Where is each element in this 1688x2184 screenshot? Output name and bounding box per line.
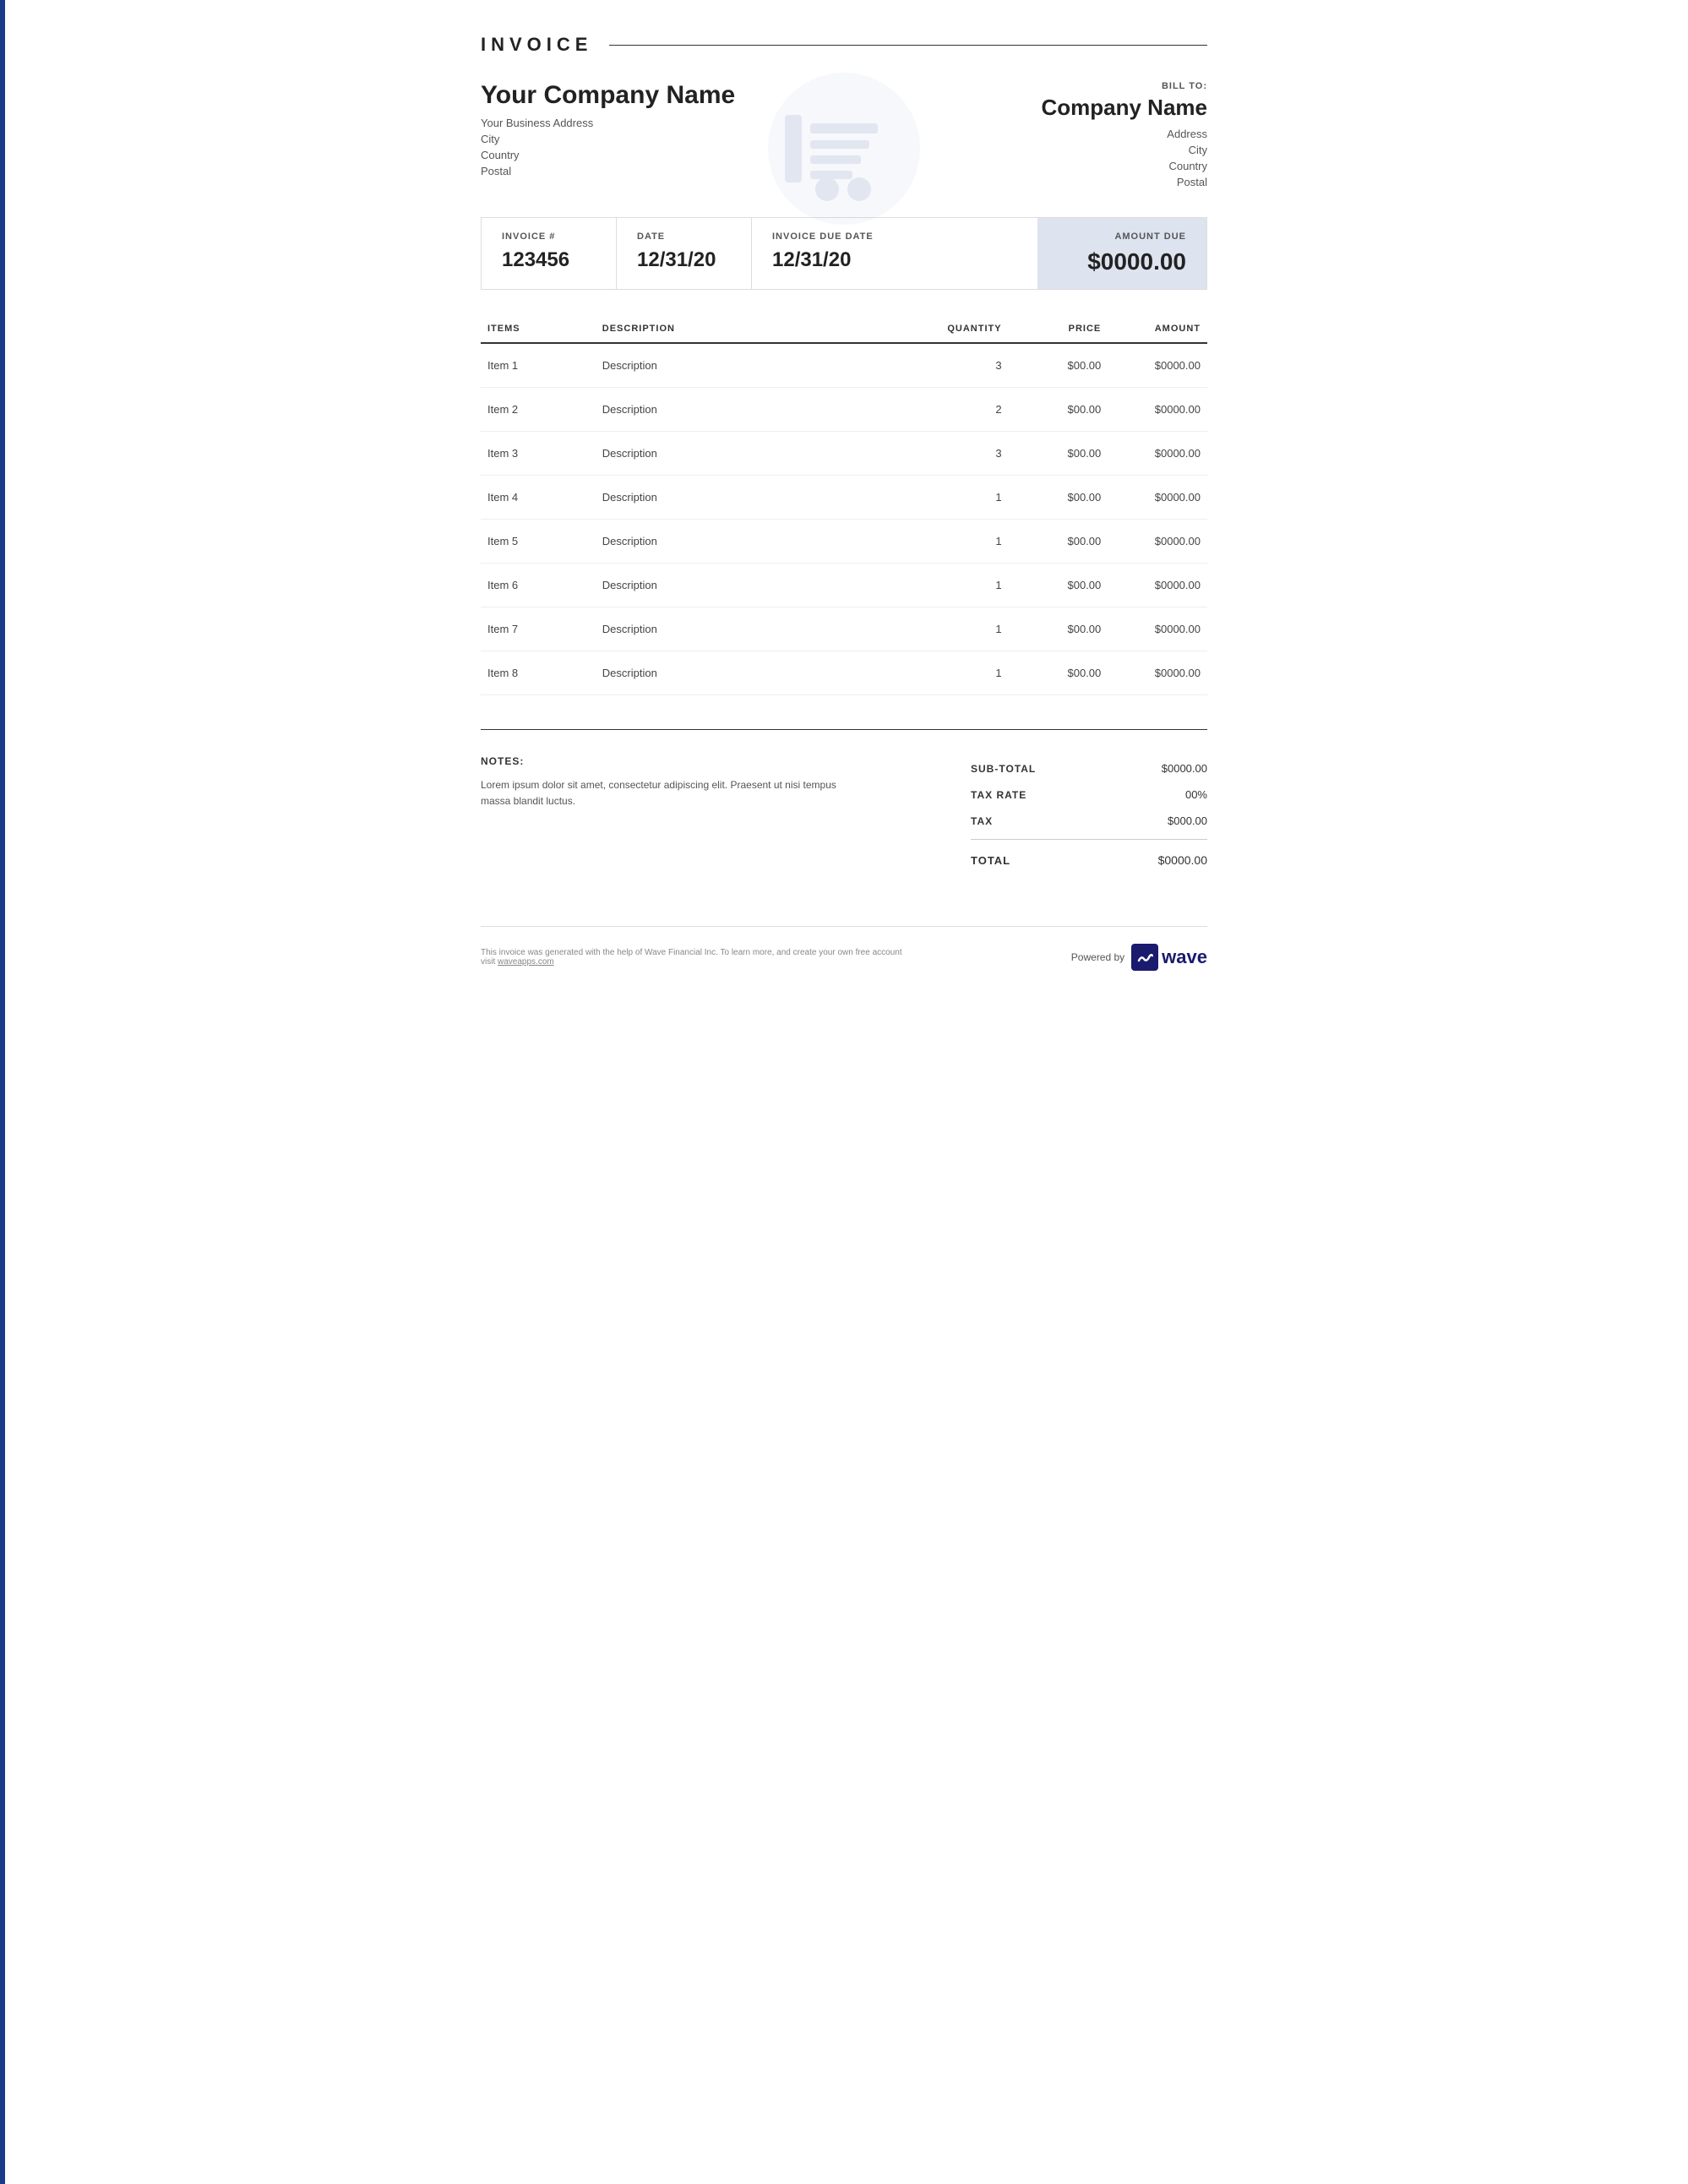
- invoice-title: INVOICE: [481, 34, 592, 56]
- invoice-number-cell: INVOICE # 123456: [482, 218, 617, 289]
- amount-due-value: $0000.00: [1058, 248, 1186, 275]
- item-description: Description: [596, 432, 917, 476]
- item-amount: $0000.00: [1108, 343, 1207, 388]
- item-description: Description: [596, 564, 917, 607]
- invoice-date-cell: DATE 12/31/20: [617, 218, 752, 289]
- subtotal-label: SUB-TOTAL: [971, 763, 1036, 775]
- items-table: ITEMS DESCRIPTION QUANTITY PRICE AMOUNT …: [481, 315, 1207, 695]
- item-amount: $0000.00: [1108, 388, 1207, 432]
- invoice-due-date-value: 12/31/20: [772, 248, 874, 272]
- footer-powered-by: Powered by wave: [1071, 944, 1207, 971]
- item-name: Item 7: [481, 607, 596, 651]
- notes-label: NOTES:: [481, 755, 844, 767]
- item-description: Description: [596, 651, 917, 695]
- total-row: TOTAL $0000.00: [971, 845, 1207, 875]
- table-row: Item 8 Description 1 $00.00 $0000.00: [481, 651, 1207, 695]
- table-row: Item 7 Description 1 $00.00 $0000.00: [481, 607, 1207, 651]
- invoice-header: INVOICE: [481, 34, 1207, 56]
- item-amount: $0000.00: [1108, 476, 1207, 520]
- item-quantity: 1: [917, 520, 1009, 564]
- item-name: Item 4: [481, 476, 596, 520]
- footer: This invoice was generated with the help…: [481, 926, 1207, 971]
- item-amount: $0000.00: [1108, 607, 1207, 651]
- item-name: Item 6: [481, 564, 596, 607]
- table-row: Item 6 Description 1 $00.00 $0000.00: [481, 564, 1207, 607]
- item-description: Description: [596, 343, 917, 388]
- tax-label: TAX: [971, 815, 993, 827]
- col-header-items: ITEMS: [481, 315, 596, 343]
- item-price: $00.00: [1009, 651, 1108, 695]
- wave-logo: wave: [1131, 944, 1207, 971]
- item-quantity: 1: [917, 564, 1009, 607]
- item-amount: $0000.00: [1108, 564, 1207, 607]
- notes-text: Lorem ipsum dolor sit amet, consectetur …: [481, 777, 844, 809]
- amount-due-cell: AMOUNT DUE $0000.00: [1037, 218, 1206, 289]
- item-quantity: 1: [917, 607, 1009, 651]
- col-header-price: PRICE: [1009, 315, 1108, 343]
- table-header-row: ITEMS DESCRIPTION QUANTITY PRICE AMOUNT: [481, 315, 1207, 343]
- table-row: Item 5 Description 1 $00.00 $0000.00: [481, 520, 1207, 564]
- table-row: Item 4 Description 1 $00.00 $0000.00: [481, 476, 1207, 520]
- footer-link[interactable]: waveapps.com: [498, 957, 554, 967]
- bottom-section: NOTES: Lorem ipsum dolor sit amet, conse…: [481, 729, 1207, 875]
- wave-icon: [1131, 944, 1158, 971]
- left-accent-bar: [0, 0, 5, 2184]
- tax-row: TAX $000.00: [971, 808, 1207, 834]
- invoice-number-label: INVOICE #: [502, 231, 596, 242]
- item-name: Item 3: [481, 432, 596, 476]
- logo-watermark: [760, 64, 928, 233]
- invoice-number-value: 123456: [502, 248, 596, 272]
- item-description: Description: [596, 607, 917, 651]
- item-description: Description: [596, 520, 917, 564]
- item-quantity: 3: [917, 432, 1009, 476]
- subtotal-row: SUB-TOTAL $0000.00: [971, 755, 1207, 782]
- wave-brand-name: wave: [1162, 946, 1207, 968]
- item-price: $00.00: [1009, 520, 1108, 564]
- item-amount: $0000.00: [1108, 432, 1207, 476]
- item-quantity: 1: [917, 651, 1009, 695]
- tax-rate-label: TAX RATE: [971, 789, 1026, 801]
- col-header-quantity: QUANTITY: [917, 315, 1009, 343]
- total-label: TOTAL: [971, 854, 1010, 867]
- item-quantity: 3: [917, 343, 1009, 388]
- item-quantity: 2: [917, 388, 1009, 432]
- notes-section: NOTES: Lorem ipsum dolor sit amet, conse…: [481, 755, 844, 809]
- item-description: Description: [596, 388, 917, 432]
- table-row: Item 2 Description 2 $00.00 $0000.00: [481, 388, 1207, 432]
- col-header-amount: AMOUNT: [1108, 315, 1207, 343]
- header-divider: [609, 45, 1207, 46]
- item-price: $00.00: [1009, 607, 1108, 651]
- subtotal-value: $0000.00: [1162, 762, 1207, 775]
- footer-text: This invoice was generated with the help…: [481, 948, 917, 967]
- item-amount: $0000.00: [1108, 651, 1207, 695]
- invoice-date-value: 12/31/20: [637, 248, 731, 272]
- totals-divider: [971, 839, 1207, 840]
- amount-due-label: AMOUNT DUE: [1058, 231, 1186, 242]
- item-price: $00.00: [1009, 343, 1108, 388]
- item-name: Item 1: [481, 343, 596, 388]
- item-name: Item 8: [481, 651, 596, 695]
- item-price: $00.00: [1009, 432, 1108, 476]
- tax-rate-value: 00%: [1185, 788, 1207, 801]
- tax-value: $000.00: [1168, 814, 1207, 827]
- item-name: Item 5: [481, 520, 596, 564]
- tax-rate-row: TAX RATE 00%: [971, 782, 1207, 808]
- item-price: $00.00: [1009, 388, 1108, 432]
- item-price: $00.00: [1009, 476, 1108, 520]
- item-amount: $0000.00: [1108, 520, 1207, 564]
- company-section: Your Company Name Your Business Address …: [481, 81, 1207, 192]
- total-value: $0000.00: [1158, 853, 1207, 867]
- totals-section: SUB-TOTAL $0000.00 TAX RATE 00% TAX $000…: [971, 755, 1207, 875]
- item-name: Item 2: [481, 388, 596, 432]
- table-row: Item 3 Description 3 $00.00 $0000.00: [481, 432, 1207, 476]
- item-price: $00.00: [1009, 564, 1108, 607]
- item-description: Description: [596, 476, 917, 520]
- col-header-description: DESCRIPTION: [596, 315, 917, 343]
- table-row: Item 1 Description 3 $00.00 $0000.00: [481, 343, 1207, 388]
- item-quantity: 1: [917, 476, 1009, 520]
- powered-by-label: Powered by: [1071, 951, 1124, 963]
- invoice-date-label: DATE: [637, 231, 731, 242]
